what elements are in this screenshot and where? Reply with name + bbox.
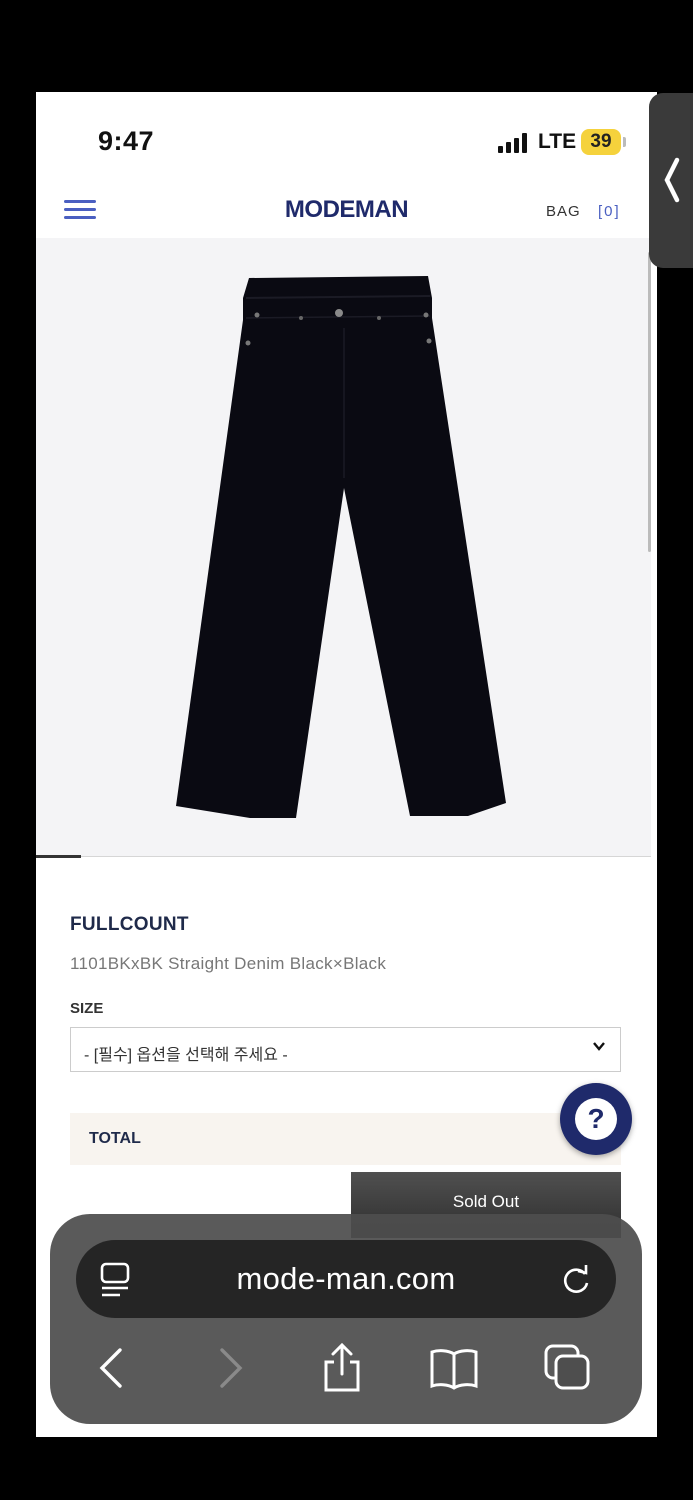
side-collapse-tab[interactable] bbox=[649, 93, 693, 268]
bag-link[interactable]: BAG bbox=[546, 203, 581, 220]
network-label: LTE bbox=[538, 130, 577, 153]
image-slider-track bbox=[36, 856, 651, 857]
product-brand[interactable]: FULLCOUNT bbox=[70, 914, 189, 936]
battery-icon: 39 bbox=[581, 129, 621, 155]
question-icon: ? bbox=[575, 1098, 617, 1140]
forward-icon[interactable] bbox=[204, 1342, 256, 1394]
size-label: SIZE bbox=[70, 1000, 104, 1017]
bag-count[interactable]: [0] bbox=[598, 203, 621, 220]
black-jeans-image bbox=[176, 276, 506, 818]
size-select-value: - [필수] 옵션을 선택해 주세요 - bbox=[84, 1047, 288, 1064]
product-name: 1101BKxBK Straight Denim Black×Black bbox=[70, 954, 387, 973]
share-icon[interactable] bbox=[316, 1342, 368, 1394]
browser-toolbar: mode-man.com bbox=[50, 1214, 642, 1424]
bookmarks-icon[interactable] bbox=[428, 1342, 480, 1394]
tabs-icon[interactable] bbox=[542, 1342, 594, 1394]
size-select[interactable]: - [필수] 옵션을 선택해 주세요 - bbox=[70, 1027, 621, 1072]
url-text[interactable]: mode-man.com bbox=[76, 1261, 616, 1297]
phone-screen: 9:47 LTE 39 MODEMAN BAG [0] FULLCOUNT 11… bbox=[36, 92, 657, 1437]
status-bar: 9:47 LTE 39 bbox=[36, 92, 657, 192]
address-bar[interactable]: mode-man.com bbox=[76, 1240, 616, 1318]
back-icon[interactable] bbox=[86, 1342, 138, 1394]
total-row: TOTAL bbox=[70, 1113, 621, 1165]
help-chat-button[interactable]: ? bbox=[560, 1083, 632, 1155]
image-slider-indicator[interactable] bbox=[36, 855, 81, 858]
status-time: 9:47 bbox=[98, 126, 155, 156]
battery-tip bbox=[623, 137, 626, 147]
signal-icon bbox=[498, 133, 532, 153]
page-scrollbar[interactable] bbox=[648, 252, 651, 552]
reload-icon[interactable] bbox=[558, 1261, 594, 1297]
chevron-left-icon bbox=[664, 157, 680, 203]
total-label: TOTAL bbox=[89, 1130, 141, 1147]
site-header: MODEMAN BAG [0] bbox=[36, 192, 657, 238]
product-image[interactable] bbox=[36, 238, 651, 856]
chevron-down-icon bbox=[593, 1042, 605, 1051]
